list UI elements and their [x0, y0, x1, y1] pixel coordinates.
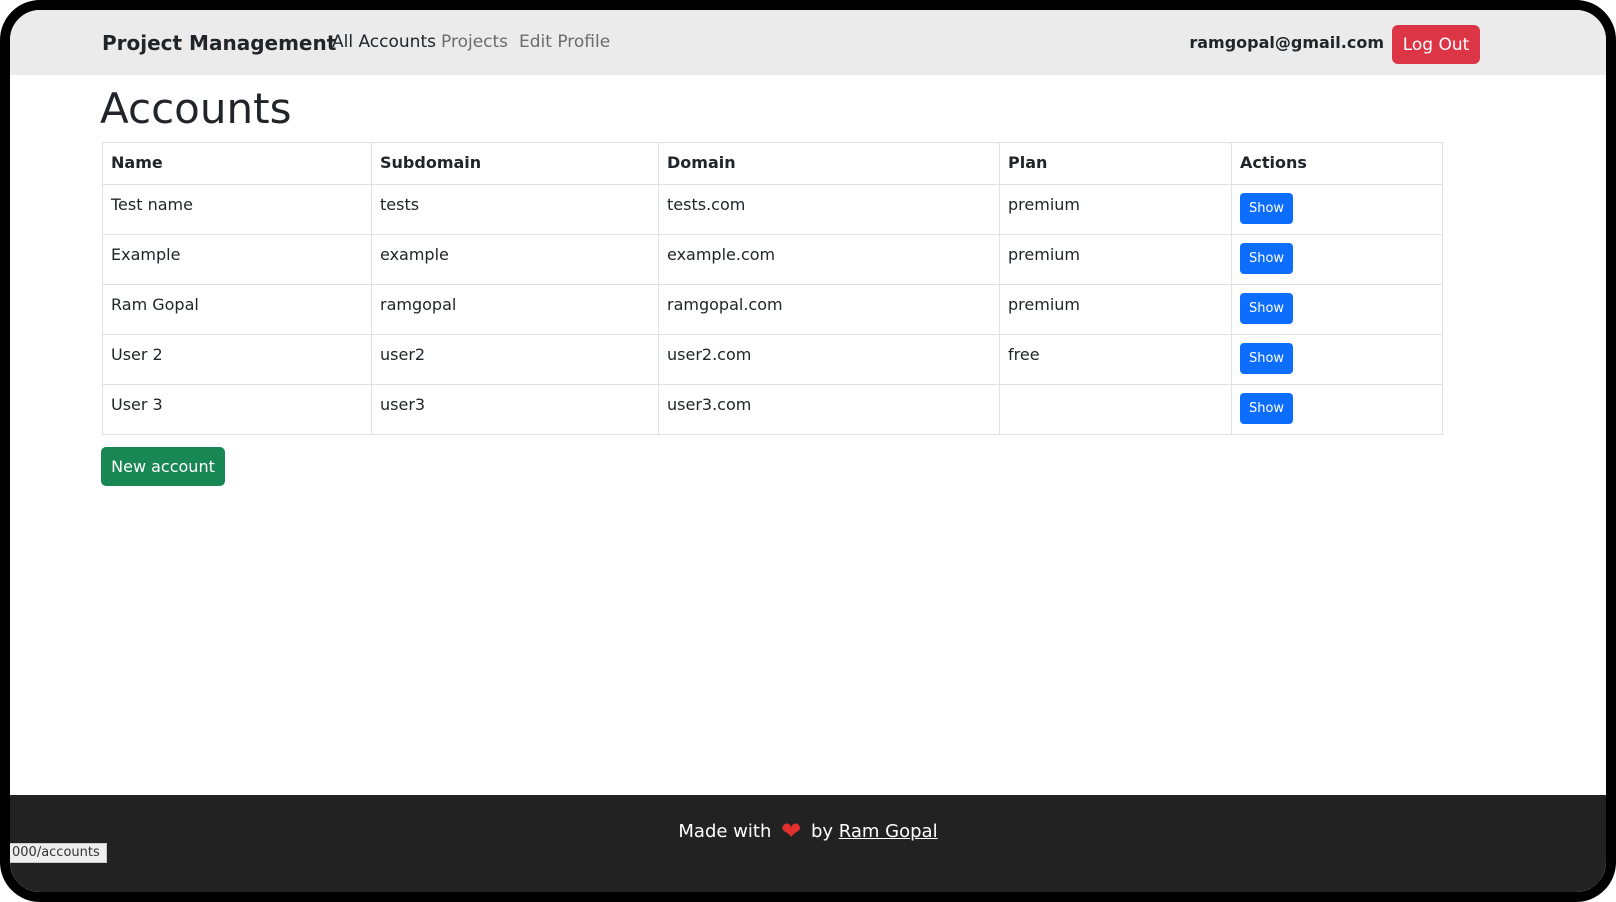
table-row: Test name tests tests.com premium Show — [102, 184, 1443, 235]
column-header-domain: Domain — [658, 142, 1000, 185]
accounts-table: Name Subdomain Domain Plan Actions Test … — [102, 142, 1443, 435]
cell-plan: premium — [999, 184, 1232, 235]
table-row: Ram Gopal ramgopal ramgopal.com premium … — [102, 284, 1443, 335]
page-title: Accounts — [100, 84, 292, 133]
cell-actions: Show — [1231, 284, 1443, 335]
cell-domain: ramgopal.com — [658, 284, 1000, 335]
footer-made-with: Made with — [678, 821, 772, 842]
table-row: Example example example.com premium Show — [102, 234, 1443, 285]
cell-actions: Show — [1231, 334, 1443, 385]
author-link[interactable]: Ram Gopal — [839, 821, 938, 842]
cell-subdomain: ramgopal — [371, 284, 659, 335]
cell-actions: Show — [1231, 184, 1443, 235]
footer-by: by — [810, 821, 834, 842]
heart-icon: ❤ — [781, 817, 802, 845]
cell-name: Example — [102, 234, 372, 285]
cell-name: Test name — [102, 184, 372, 235]
nav-link-all-accounts[interactable]: All Accounts — [332, 32, 436, 52]
column-header-actions: Actions — [1231, 142, 1443, 185]
cell-plan: premium — [999, 234, 1232, 285]
status-bar-url: 000/accounts — [10, 843, 107, 863]
cell-name: Ram Gopal — [102, 284, 372, 335]
cell-subdomain: tests — [371, 184, 659, 235]
cell-subdomain: user3 — [371, 384, 659, 435]
show-button[interactable]: Show — [1240, 343, 1293, 374]
cell-domain: user2.com — [658, 334, 1000, 385]
show-button[interactable]: Show — [1240, 293, 1293, 324]
cell-name: User 2 — [102, 334, 372, 385]
cell-plan: free — [999, 334, 1232, 385]
cell-actions: Show — [1231, 384, 1443, 435]
cell-plan — [999, 384, 1232, 435]
navbar: Project Management All Accounts Projects… — [10, 10, 1606, 75]
nav-link-edit-profile[interactable]: Edit Profile — [519, 32, 610, 52]
cell-subdomain: example — [371, 234, 659, 285]
footer-credit: Made with ❤ by Ram Gopal — [10, 817, 1606, 845]
cell-domain: user3.com — [658, 384, 1000, 435]
table-header-row: Name Subdomain Domain Plan Actions — [102, 142, 1443, 185]
user-email: ramgopal@gmail.com — [1189, 33, 1384, 52]
cell-subdomain: user2 — [371, 334, 659, 385]
cell-plan: premium — [999, 284, 1232, 335]
column-header-subdomain: Subdomain — [371, 142, 659, 185]
logout-button[interactable]: Log Out — [1392, 25, 1480, 64]
new-account-button[interactable]: New account — [101, 447, 225, 486]
show-button[interactable]: Show — [1240, 393, 1293, 424]
nav-link-projects[interactable]: Projects — [441, 32, 508, 52]
cell-domain: example.com — [658, 234, 1000, 285]
cell-domain: tests.com — [658, 184, 1000, 235]
column-header-name: Name — [102, 142, 372, 185]
brand-logo-text[interactable]: Project Management — [102, 31, 336, 55]
table-row: User 3 user3 user3.com Show — [102, 384, 1443, 435]
column-header-plan: Plan — [999, 142, 1232, 185]
footer: Made with ❤ by Ram Gopal — [10, 795, 1606, 892]
show-button[interactable]: Show — [1240, 193, 1293, 224]
show-button[interactable]: Show — [1240, 243, 1293, 274]
cell-name: User 3 — [102, 384, 372, 435]
browser-frame: Project Management All Accounts Projects… — [0, 0, 1616, 902]
table-row: User 2 user2 user2.com free Show — [102, 334, 1443, 385]
cell-actions: Show — [1231, 234, 1443, 285]
